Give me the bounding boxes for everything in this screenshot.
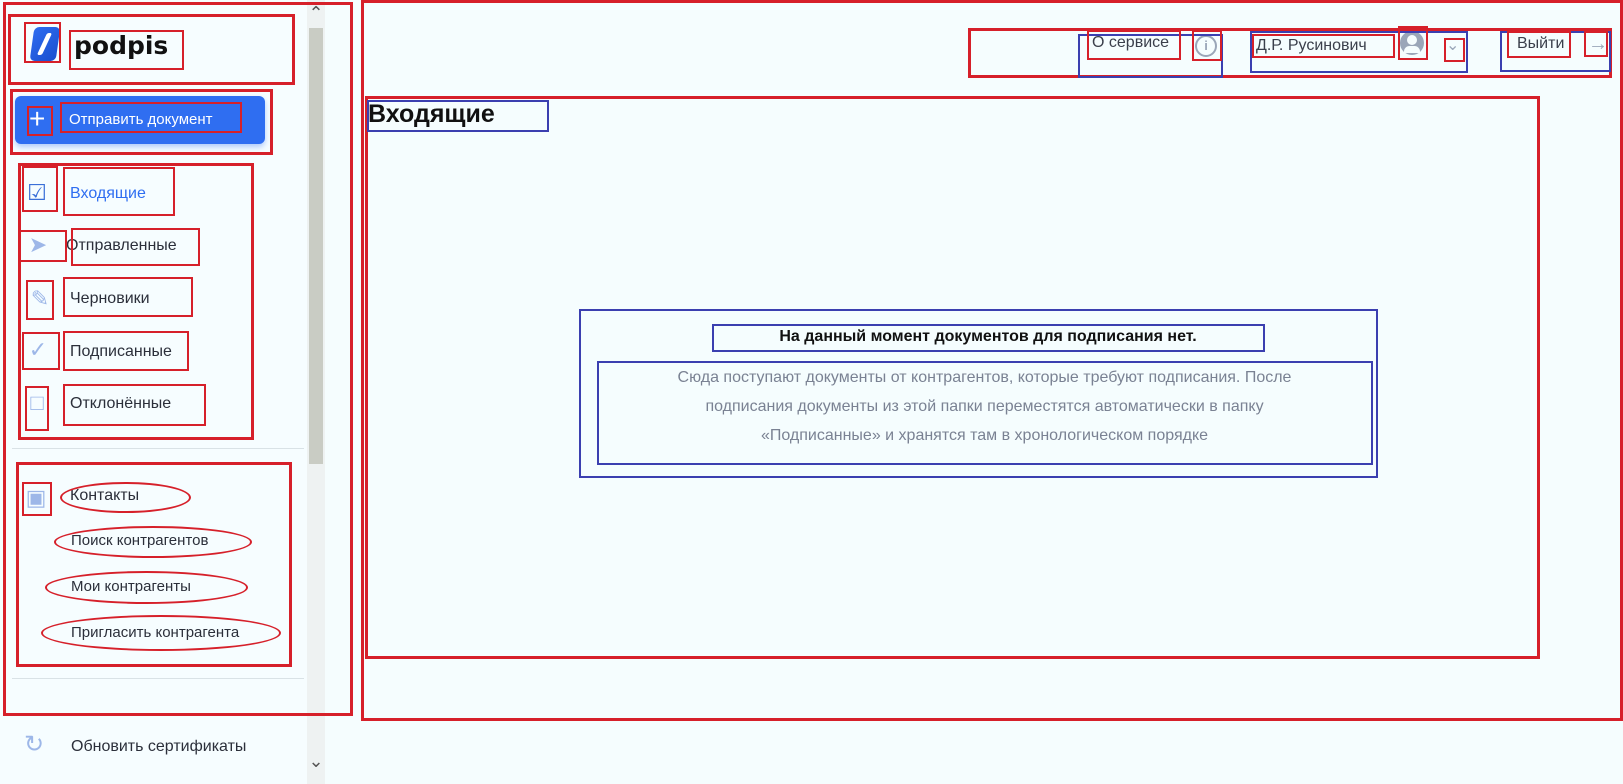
user-name-box	[1252, 34, 1395, 58]
refresh-icon: ↻	[23, 731, 45, 758]
page-title-box	[367, 100, 549, 132]
chevron-box	[1444, 38, 1465, 62]
logout-icon-box	[1584, 31, 1608, 57]
avatar-box	[1398, 26, 1428, 60]
sidebar-outline	[3, 2, 353, 716]
logout-label-box	[1507, 31, 1571, 58]
empty-state-text-box	[597, 361, 1373, 465]
info-icon-box	[1192, 30, 1222, 61]
scroll-down-icon[interactable]: ⌄	[307, 752, 325, 770]
empty-state-title-box	[712, 324, 1265, 352]
update-certificates-button[interactable]: Обновить сертификаты	[71, 738, 246, 756]
about-label-box	[1087, 30, 1181, 60]
